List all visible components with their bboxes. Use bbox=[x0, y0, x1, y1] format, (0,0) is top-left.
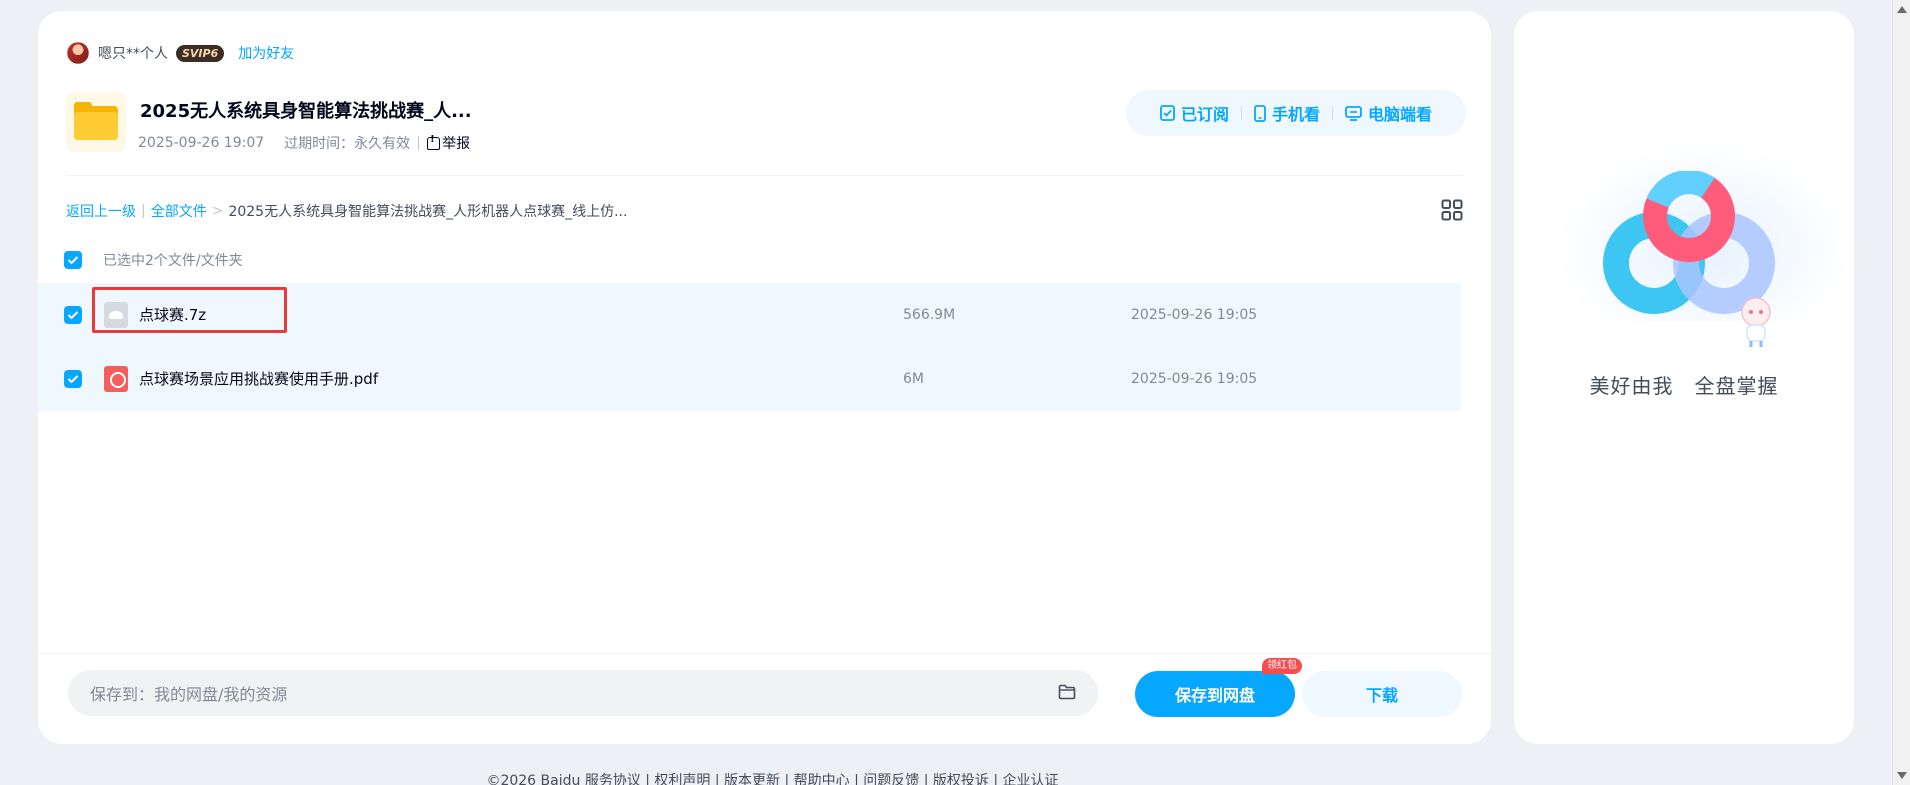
save-path-field[interactable]: 保存到：我的网盘/我的资源 bbox=[68, 670, 1098, 716]
select-all-checkbox[interactable] bbox=[64, 251, 82, 269]
file-time: 2025-09-26 19:05 bbox=[1131, 370, 1258, 387]
file-list: 点球赛.7z 566.9M 2025-09-26 19:05 点球赛场景应用挑战… bbox=[38, 283, 1461, 411]
bookmark-check-icon bbox=[1160, 105, 1175, 121]
folder-icon bbox=[66, 92, 126, 152]
share-title: 2025无人系统具身智能算法挑战赛_人... bbox=[140, 101, 472, 122]
selection-count-label: 已选中2个文件/文件夹 bbox=[103, 253, 243, 269]
file-name[interactable]: 点球赛场景应用挑战赛使用手册.pdf bbox=[139, 368, 378, 389]
report-label: 举报 bbox=[442, 136, 471, 152]
pdf-file-icon bbox=[104, 365, 128, 392]
download-button[interactable]: 下载 bbox=[1302, 671, 1462, 717]
report-button[interactable]: 举报 bbox=[427, 133, 470, 153]
check-icon bbox=[67, 374, 79, 383]
pc-view-button[interactable]: 电脑端看 bbox=[1333, 101, 1444, 125]
phone-view-button[interactable]: 手机看 bbox=[1242, 101, 1332, 125]
promo-slogan: 美好由我 全盘掌握 bbox=[1589, 374, 1779, 398]
add-friend-link[interactable]: 加为好友 bbox=[238, 43, 294, 63]
monitor-icon bbox=[1345, 105, 1362, 121]
phone-icon bbox=[1254, 104, 1266, 122]
save-to-netdisk-button[interactable]: 保存到网盘 bbox=[1135, 671, 1295, 717]
breadcrumb: 返回上一级 | 全部文件 > 2025无人系统具身智能算法挑战赛_人形机器人点球… bbox=[66, 201, 627, 221]
save-path-label: 保存到：我的网盘/我的资源 bbox=[90, 685, 288, 704]
share-actions: 已订阅 手机看 电脑端看 bbox=[1126, 90, 1466, 136]
header-divider bbox=[66, 175, 1463, 176]
file-checkbox[interactable] bbox=[64, 369, 82, 388]
subscribed-label: 已订阅 bbox=[1180, 105, 1229, 124]
folder-picker-icon[interactable] bbox=[1058, 684, 1076, 700]
grid-view-toggle[interactable] bbox=[1441, 199, 1463, 225]
check-icon bbox=[67, 256, 79, 265]
subscribed-button[interactable]: 已订阅 bbox=[1148, 101, 1241, 125]
breadcrumb-separator: | bbox=[141, 203, 146, 219]
vip-badge: SVIP6 bbox=[176, 44, 225, 62]
all-files-link[interactable]: 全部文件 bbox=[151, 201, 207, 221]
red-packet-badge: 领红包 bbox=[1262, 658, 1302, 674]
check-icon bbox=[67, 310, 79, 319]
mascot-icon bbox=[1741, 297, 1771, 347]
share-meta: 2025-09-26 19:07 过期时间：永久有效 举报 bbox=[138, 133, 470, 153]
breadcrumb-separator: > bbox=[211, 203, 224, 219]
page-scrollbar[interactable] bbox=[1892, 0, 1910, 785]
phone-view-label: 手机看 bbox=[1271, 105, 1320, 124]
share-created-time: 2025-09-26 19:07 bbox=[138, 135, 265, 151]
grid-icon bbox=[1441, 199, 1463, 221]
scroll-down-icon[interactable] bbox=[1897, 772, 1907, 779]
owner-avatar[interactable] bbox=[67, 42, 89, 64]
file-time: 2025-09-26 19:05 bbox=[1131, 306, 1258, 323]
file-size: 566.9M bbox=[903, 306, 956, 323]
footer-links[interactable]: ©2026 Baidu 服务协议 | 权利声明 | 版本更新 | 帮助中心 | … bbox=[486, 773, 1058, 785]
file-row[interactable]: 点球赛场景应用挑战赛使用手册.pdf 6M 2025-09-26 19:05 bbox=[38, 346, 1461, 411]
file-checkbox[interactable] bbox=[64, 305, 82, 324]
share-main-card: 嗯只**个人 SVIP6 加为好友 2025无人系统具身智能算法挑战赛_人...… bbox=[38, 11, 1491, 744]
breadcrumb-current: 2025无人系统具身智能算法挑战赛_人形机器人点球赛_线上仿... bbox=[228, 204, 628, 220]
select-all-bar: 已选中2个文件/文件夹 bbox=[64, 250, 243, 270]
page-footer: ©2026 Baidu 服务协议 | 权利声明 | 版本更新 | 帮助中心 | … bbox=[0, 770, 1545, 785]
owner-info: 嗯只**个人 SVIP6 加为好友 bbox=[66, 41, 294, 65]
owner-name[interactable]: 嗯只**个人 bbox=[98, 43, 168, 63]
scroll-up-icon[interactable] bbox=[1897, 6, 1907, 13]
meta-divider bbox=[418, 136, 420, 150]
promo-side-card: 美好由我 全盘掌握 bbox=[1514, 11, 1854, 744]
file-row[interactable]: 点球赛.7z 566.9M 2025-09-26 19:05 bbox=[38, 283, 1461, 346]
report-icon bbox=[427, 134, 441, 150]
bottom-divider bbox=[38, 653, 1491, 654]
pc-view-label: 电脑端看 bbox=[1368, 105, 1433, 124]
back-link[interactable]: 返回上一级 bbox=[66, 201, 136, 221]
highlight-box bbox=[92, 287, 287, 333]
share-expire-text: 过期时间：永久有效 bbox=[284, 136, 411, 152]
file-size: 6M bbox=[903, 370, 924, 387]
